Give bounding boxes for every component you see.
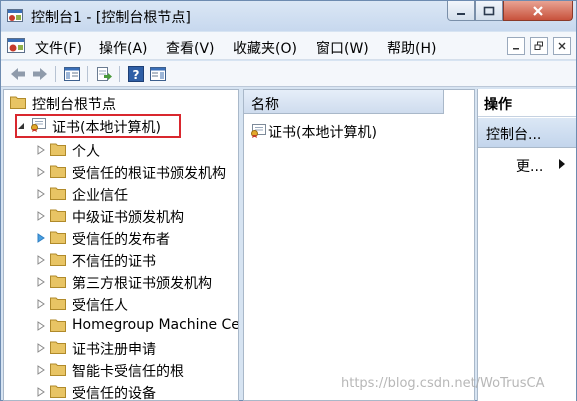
more-actions-link[interactable]: 更...	[516, 156, 543, 176]
tree-item-label: 证书注册申请	[72, 342, 156, 358]
folder-icon	[50, 363, 66, 376]
child-restore-button[interactable]	[530, 37, 548, 55]
folder-icon	[50, 297, 66, 310]
tree-item-label: 个人	[72, 144, 100, 160]
collapsed-arrow-icon[interactable]	[36, 299, 46, 309]
collapsed-arrow-icon[interactable]	[36, 387, 46, 397]
folder-icon	[50, 187, 66, 200]
menu-bar: 文件(F) 操作(A) 查看(V) 收藏夹(O) 窗口(W) 帮助(H)	[1, 32, 576, 60]
back-arrow-icon[interactable]	[9, 65, 27, 83]
menu-help[interactable]: 帮助(H)	[387, 38, 436, 58]
column-header-label: 名称	[251, 97, 279, 113]
certificate-icon	[251, 124, 266, 138]
action-section-label: 控制台...	[486, 127, 542, 143]
tree-item-label: 受信任的根证书颁发机构	[72, 166, 226, 182]
title-bar[interactable]: 控制台1 - [控制台根节点]	[1, 1, 576, 31]
close-icon	[558, 42, 566, 50]
menu-action[interactable]: 操作(A)	[99, 38, 148, 58]
folder-icon	[50, 275, 66, 288]
action-section-console-root[interactable]: 控制台...	[478, 118, 576, 148]
folder-icon	[50, 143, 66, 156]
folder-icon	[50, 341, 66, 354]
tree-item-label: 证书(本地计算机)	[52, 120, 161, 136]
minimize-button[interactable]	[447, 1, 475, 21]
column-header-name[interactable]: 名称	[244, 90, 444, 114]
action-pane: 操作 控制台... 更...	[477, 89, 576, 401]
collapsed-arrow-icon[interactable]	[36, 255, 46, 265]
folder-icon	[50, 165, 66, 178]
window-title: 控制台1 - [控制台根节点]	[31, 10, 191, 26]
folder-icon	[50, 209, 66, 222]
restore-icon	[534, 41, 543, 50]
close-icon	[533, 5, 543, 16]
minimize-icon	[513, 48, 519, 50]
folder-icon	[10, 96, 26, 109]
tree-item-label: 第三方根证书颁发机构	[72, 276, 212, 292]
watermark-text: https://blog.csdn.net/WoTrusCA	[341, 376, 545, 391]
collapsed-arrow-icon[interactable]	[36, 145, 46, 155]
tree-item-label: 不信任的证书	[72, 254, 156, 270]
action-pane-header: 操作	[478, 89, 576, 117]
maximize-button[interactable]	[475, 1, 503, 21]
folder-icon	[50, 319, 66, 332]
folder-icon	[50, 253, 66, 266]
console-menu-icon[interactable]	[7, 38, 25, 54]
console-tree-pane[interactable]: 控制台根节点 证书(本地计算机) 个人受信任的根证书颁发机构 企业信任中级证书颁发…	[3, 89, 239, 401]
submenu-arrow-icon[interactable]	[558, 159, 566, 169]
collapsed-arrow-icon[interactable]	[36, 321, 46, 331]
help-icon[interactable]: ?	[127, 65, 145, 83]
tree-item-label: 中级证书颁发机构	[72, 210, 184, 226]
tree-item-label: 智能卡受信任的根	[72, 364, 184, 380]
show-hide-action-pane-icon[interactable]	[149, 65, 167, 83]
action-pane-title: 操作	[484, 97, 512, 113]
tree-item-label: 控制台根节点	[32, 97, 116, 113]
restore-icon	[483, 6, 495, 15]
show-hide-tree-icon[interactable]	[63, 65, 81, 83]
folder-icon	[50, 231, 66, 244]
tree-item-label: 受信任人	[72, 298, 128, 314]
toolbar-separator	[87, 66, 88, 82]
collapsed-arrow-icon[interactable]	[36, 233, 46, 243]
tree-item-label: 受信任的发布者	[72, 232, 170, 248]
tree-item-label: 企业信任	[72, 188, 128, 204]
child-minimize-button[interactable]	[507, 37, 525, 55]
mmc-window: 控制台1 - [控制台根节点] 文件(F) 操作(A) 查看(V) 收藏夹(O)…	[0, 0, 577, 401]
menu-file[interactable]: 文件(F)	[35, 38, 82, 58]
tree-item-label: 受信任的设备	[72, 386, 156, 401]
collapsed-arrow-icon[interactable]	[36, 211, 46, 221]
menu-view[interactable]: 查看(V)	[166, 38, 215, 58]
menu-window[interactable]: 窗口(W)	[316, 38, 369, 58]
svg-text:?: ?	[133, 68, 140, 82]
collapsed-arrow-icon[interactable]	[36, 365, 46, 375]
collapsed-arrow-icon[interactable]	[36, 167, 46, 177]
result-list-pane[interactable]: 名称 证书(本地计算机)	[243, 89, 475, 401]
minimize-icon	[457, 12, 465, 15]
folder-icon	[50, 385, 66, 398]
child-close-button[interactable]	[553, 37, 571, 55]
toolbar-separator	[55, 66, 56, 82]
toolbar-separator	[119, 66, 120, 82]
collapsed-arrow-icon[interactable]	[36, 189, 46, 199]
console-app-icon	[7, 9, 23, 22]
list-item-label: 证书(本地计算机)	[268, 125, 377, 141]
toolbar: ?	[1, 61, 576, 87]
collapsed-arrow-icon[interactable]	[36, 343, 46, 353]
certificate-icon	[31, 118, 46, 132]
tree-item-label: Homegroup Machine Certificates	[72, 317, 238, 333]
close-button[interactable]	[503, 1, 573, 21]
export-list-icon[interactable]	[95, 65, 113, 83]
menu-favorites[interactable]: 收藏夹(O)	[233, 38, 297, 58]
expanded-arrow-icon[interactable]	[16, 121, 26, 131]
forward-arrow-icon[interactable]	[31, 65, 49, 83]
collapsed-arrow-icon[interactable]	[36, 277, 46, 287]
